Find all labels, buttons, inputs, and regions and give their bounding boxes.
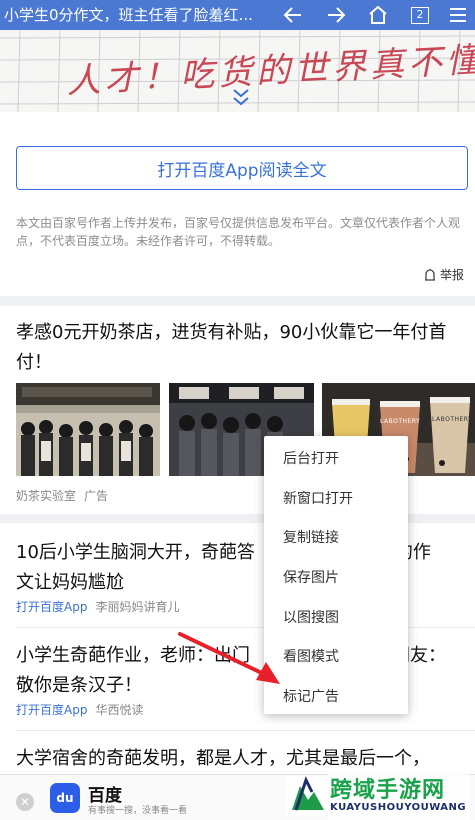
tab-count: 2 <box>411 6 429 24</box>
list-divider <box>16 730 475 731</box>
logo-text: du <box>56 791 74 805</box>
close-icon[interactable]: ✕ <box>16 793 34 811</box>
open-app-link[interactable]: 打开百度App <box>16 600 87 614</box>
report-icon <box>425 268 435 281</box>
section-divider <box>0 296 475 306</box>
menu-item-open-background[interactable]: 后台打开 <box>283 448 339 468</box>
watermark-name: 跨域手游网 <box>330 778 446 803</box>
home-icon[interactable] <box>360 0 396 30</box>
watermark-url: KUAYUSHOUYOUWANG <box>330 802 467 813</box>
tabs-button[interactable]: 2 <box>402 0 438 30</box>
red-arrow-annotation <box>178 632 280 684</box>
report-link[interactable]: 举报 <box>424 266 464 283</box>
ad-image-crowd[interactable] <box>16 383 160 476</box>
baidu-logo-icon[interactable]: du <box>50 783 80 813</box>
ad-source: 奶茶实验室 <box>16 489 77 503</box>
menu-icon[interactable] <box>442 0 474 30</box>
report-label: 举报 <box>440 268 465 282</box>
menu-item-mark-ad[interactable]: 标记广告 <box>283 686 339 706</box>
menu-item-search-by-image[interactable]: 以图搜图 <box>283 607 339 627</box>
menu-item-image-view-mode[interactable]: 看图模式 <box>283 646 339 666</box>
ad-title[interactable]: 孝感0元开奶茶店，进货有补贴，90小伙靠它一年付首付！ <box>16 318 466 378</box>
page-title: 小学生0分作文，班主任看了脸羞红... <box>4 6 253 24</box>
back-arrow-icon[interactable] <box>275 0 311 30</box>
browser-toolbar: 小学生0分作文，班主任看了脸羞红... 2 <box>0 0 475 30</box>
open-in-app-button[interactable]: 打开百度App阅读全文 <box>16 146 468 190</box>
menu-item-copy-link[interactable]: 复制链接 <box>283 527 339 547</box>
feed-source: 李丽妈妈讲育儿 <box>95 600 180 614</box>
cup-logo-text: LABOTHERY <box>380 418 421 425</box>
forward-arrow-icon[interactable] <box>318 0 354 30</box>
feed-item-meta: 打开百度App 华西悦读 <box>16 701 143 718</box>
ad-tag: 广告 <box>84 489 109 503</box>
menu-item-save-image[interactable]: 保存图片 <box>283 567 339 587</box>
open-app-link[interactable]: 打开百度App <box>16 703 87 717</box>
cup-logo-text-2: LABOTHERY <box>432 416 473 423</box>
menu-item-open-new-window[interactable]: 新窗口打开 <box>283 488 353 508</box>
feed-item-meta: 打开百度App 李丽妈妈讲育儿 <box>16 598 179 615</box>
feed-source: 华西悦读 <box>95 703 144 717</box>
disclaimer-text: 本文由百家号作者上传并发布，百家号仅提供信息发布平台。文章仅代表作者个人观点，不… <box>16 216 461 248</box>
app-slogan: 有事搜一搜，没事看一看 <box>88 806 188 816</box>
title-line: 10后小学生脑洞大开，奇葩答 <box>16 542 255 563</box>
expand-chevron-icon[interactable] <box>226 87 256 109</box>
ad-source-line: 奶茶实验室 广告 <box>16 487 116 504</box>
